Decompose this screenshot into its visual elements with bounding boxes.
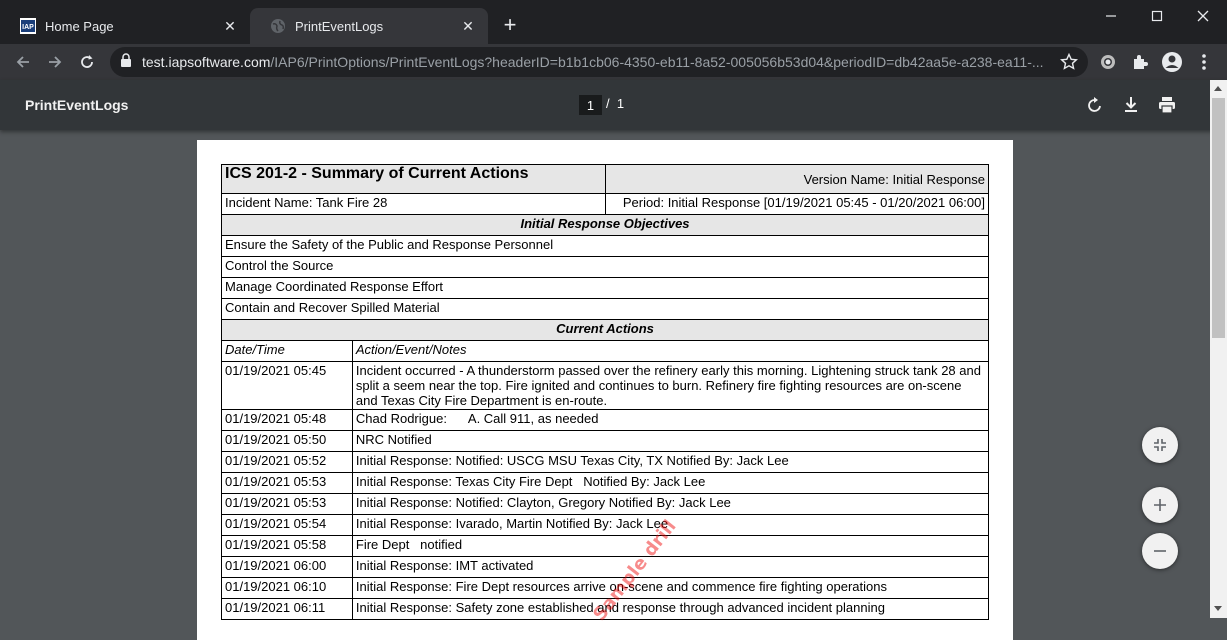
action-datetime: 01/19/2021 05:50 <box>221 430 353 452</box>
close-tab-icon[interactable]: ✕ <box>458 16 478 36</box>
print-icon[interactable] <box>1157 95 1177 115</box>
scroll-up-arrow-icon[interactable] <box>1214 86 1222 91</box>
scroll-down-arrow-icon[interactable] <box>1214 606 1222 611</box>
tab-title: PrintEventLogs <box>295 18 384 34</box>
incident-name: Incident Name: Tank Fire 28 <box>220 193 607 215</box>
fit-to-page-icon[interactable] <box>1142 427 1178 463</box>
action-datetime: 01/19/2021 05:53 <box>221 472 353 494</box>
svg-text:IAP: IAP <box>22 24 34 31</box>
new-tab-button[interactable]: + <box>498 14 522 38</box>
table-row: 01/19/2021 05:54 Initial Response: Ivarad… <box>221 514 990 536</box>
action-datetime: 01/19/2021 06:00 <box>221 556 353 578</box>
lock-icon <box>120 52 132 72</box>
download-icon[interactable] <box>1121 95 1141 115</box>
objectives-header: Initial Response Objectives <box>221 214 989 236</box>
tab-title: Home Page <box>45 18 114 34</box>
table-row: 01/19/2021 05:53 Initial Response: Texas … <box>221 472 990 494</box>
table-row: 01/19/2021 05:58 Fire Dept notified <box>221 535 990 557</box>
objective-row: Contain and Recover Spilled Material <box>221 298 989 320</box>
period: Period: Initial Response [01/19/2021 05:… <box>605 193 989 215</box>
action-datetime: 01/19/2021 05:48 <box>221 409 353 431</box>
pdf-toolbar: PrintEventLogs 1 / 1 <box>0 80 1227 130</box>
action-note: Initial Response: Fire Dept resources ar… <box>351 577 990 599</box>
form-title: ICS 201-2 - Summary of Current Actions <box>220 164 607 194</box>
table-row: 01/19/2021 06:00 Initial Response: IMT ac… <box>221 556 990 578</box>
action-note: Initial Response: Safety zone establishe… <box>351 598 990 620</box>
action-note: Initial Response: Notified: USCG MSU Tex… <box>351 451 990 473</box>
maximize-icon[interactable] <box>1134 0 1180 32</box>
reload-icon[interactable] <box>73 48 101 76</box>
objective-row: Ensure the Safety of the Public and Resp… <box>221 235 989 257</box>
actions-header: Current Actions <box>221 319 989 341</box>
pdf-page: ICS 201-2 - Summary of Current Actions V… <box>197 140 1013 640</box>
column-header-action: Action/Event/Notes <box>351 340 990 362</box>
close-window-icon[interactable] <box>1180 0 1226 32</box>
summary-table: ICS 201-2 - Summary of Current Actions V… <box>220 164 990 620</box>
rotate-icon[interactable] <box>1085 95 1105 115</box>
version-name: Version Name: Initial Response <box>605 164 989 194</box>
iap-logo-icon: IAP <box>20 18 36 34</box>
action-datetime: 01/19/2021 05:53 <box>221 493 353 515</box>
action-note: Initial Response: IMT activated <box>351 556 990 578</box>
action-note: Initial Response: Notified: Clayton, Gre… <box>351 493 990 515</box>
globe-icon <box>270 18 286 34</box>
action-note: Initial Response: Texas City Fire Dept N… <box>351 472 990 494</box>
action-note: NRC Notified <box>351 430 990 452</box>
tab-strip: IAP Home Page ✕ PrintEventLogs ✕ + <box>0 0 1227 44</box>
column-header-datetime: Date/Time <box>221 340 353 362</box>
zoom-in-button[interactable] <box>1142 487 1178 523</box>
action-datetime: 01/19/2021 05:58 <box>221 535 353 557</box>
action-datetime: 01/19/2021 05:52 <box>221 451 353 473</box>
extensions-puzzle-icon[interactable] <box>1128 50 1152 74</box>
tab-home-page[interactable]: IAP Home Page ✕ <box>0 8 250 44</box>
bookmark-star-icon[interactable] <box>1059 52 1079 76</box>
action-datetime: 01/19/2021 05:45 <box>221 361 353 410</box>
page-count: / 1 <box>606 96 625 111</box>
tab-print-event-logs[interactable]: PrintEventLogs ✕ <box>250 8 488 44</box>
extension-record-icon[interactable] <box>1096 50 1120 74</box>
action-datetime: 01/19/2021 05:54 <box>221 514 353 536</box>
table-row: 01/19/2021 05:45 Incident occurred - A th… <box>221 361 990 410</box>
forward-icon[interactable] <box>41 48 69 76</box>
objective-row: Control the Source <box>221 256 989 278</box>
profile-avatar-icon[interactable] <box>1160 50 1184 74</box>
zoom-out-button[interactable] <box>1142 533 1178 569</box>
table-row: 01/19/2021 05:48 Chad Rodrigue: A. Call 9… <box>221 409 990 431</box>
address-bar[interactable]: test.iapsoftware.com/IAP6/PrintOptions/P… <box>110 47 1088 77</box>
scrollbar-thumb[interactable] <box>1212 98 1225 338</box>
browser-toolbar: test.iapsoftware.com/IAP6/PrintOptions/P… <box>0 44 1227 80</box>
table-row: 01/19/2021 05:50 NRC Notified <box>221 430 990 452</box>
objective-row: Manage Coordinated Response Effort <box>221 277 989 299</box>
close-tab-icon[interactable]: ✕ <box>220 16 240 36</box>
url-text: test.iapsoftware.com/IAP6/PrintOptions/P… <box>142 54 1044 70</box>
table-row: 01/19/2021 05:53 Initial Response: Notifi… <box>221 493 990 515</box>
action-datetime: 01/19/2021 06:10 <box>221 577 353 599</box>
action-note: Chad Rodrigue: A. Call 911, as needed <box>351 409 990 431</box>
table-row: 01/19/2021 05:52 Initial Response: Notifi… <box>221 451 990 473</box>
pdf-title: PrintEventLogs <box>25 97 129 113</box>
action-note: Incident occurred - A thunderstorm passe… <box>351 361 990 410</box>
minimize-icon[interactable] <box>1088 0 1134 32</box>
action-datetime: 01/19/2021 06:11 <box>221 598 353 620</box>
browser-menu-icon[interactable] <box>1192 50 1216 74</box>
back-icon[interactable] <box>9 48 37 76</box>
page-number-input[interactable]: 1 <box>579 95 602 115</box>
